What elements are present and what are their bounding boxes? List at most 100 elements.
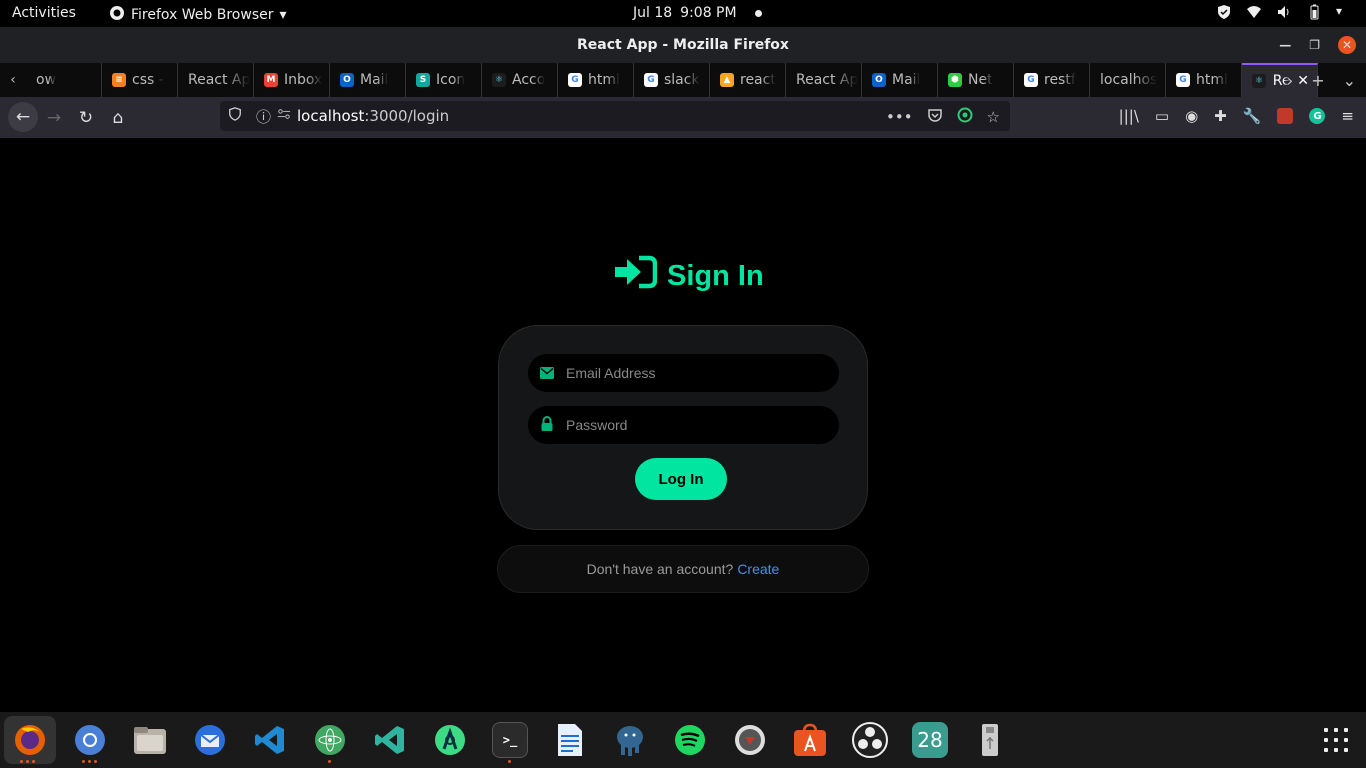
toolbar-right: |||\ ▭ ◉ ✚ 🔧 G ≡ [1119, 107, 1354, 125]
envelope-icon [540, 364, 554, 383]
new-tab-button[interactable]: + [1311, 71, 1324, 90]
dock-spotify[interactable] [672, 722, 708, 758]
dock-files[interactable] [132, 722, 168, 758]
google-icon: G [644, 73, 658, 87]
tab[interactable]: ow [26, 63, 102, 97]
url-bar[interactable]: ⓘ localhost:3000/login ••• ☆ [220, 101, 1010, 131]
dock-disk-utility[interactable] [732, 722, 768, 758]
tab-label: Acco [512, 72, 546, 88]
tab-label: html [1196, 72, 1228, 88]
google-icon: G [1024, 73, 1038, 87]
developer-tools-icon[interactable]: 🔧 [1243, 107, 1262, 125]
page-actions-button[interactable]: ••• [886, 108, 913, 126]
app-menu-label: Firefox Web Browser [131, 7, 274, 23]
dock-usb-drive[interactable] [972, 722, 1008, 758]
forward-button[interactable]: → [42, 106, 66, 130]
tab[interactable]: ⚛ Acco [482, 63, 558, 97]
tab[interactable]: M Inbox [254, 63, 330, 97]
list-all-tabs-button[interactable]: ⌄ [1343, 71, 1356, 90]
back-button[interactable]: ← [8, 102, 38, 132]
dock-obs-studio[interactable] [852, 722, 888, 758]
dock-running-indicator [82, 760, 97, 764]
url-path: :3000/login [364, 107, 450, 125]
dock-running-indicator [328, 760, 331, 764]
tab-label: Net [968, 72, 993, 88]
react-devtools-icon[interactable] [1277, 108, 1294, 124]
grammarly-icon[interactable]: G [1309, 108, 1326, 124]
system-tray[interactable]: ▾ [1216, 4, 1352, 20]
library-icon[interactable]: |||\ [1119, 107, 1139, 125]
account-icon[interactable]: ◉ [1185, 107, 1198, 125]
tab[interactable]: Ghtml [558, 63, 634, 97]
outlook-icon: O [872, 73, 886, 87]
tab[interactable]: O Mail [330, 63, 406, 97]
login-button[interactable]: Log In [635, 458, 727, 500]
app-menu[interactable]: Firefox Web Browser ▾ [109, 5, 287, 25]
tab[interactable]: Ghtml [1166, 63, 1242, 97]
google-icon: G [568, 73, 582, 87]
dock-firefox[interactable] [4, 716, 56, 764]
dock-vscode[interactable] [252, 722, 288, 758]
url-text[interactable]: localhost:3000/login [297, 107, 449, 125]
tab-label: Mail [360, 72, 389, 88]
bookmark-star-icon[interactable]: ☆ [987, 108, 1000, 126]
email-input[interactable] [566, 365, 826, 381]
wifi-icon [1246, 4, 1262, 20]
info-icon[interactable]: ⓘ [256, 106, 271, 127]
reload-button[interactable]: ↻ [74, 106, 98, 130]
extensions-icon[interactable]: ✚ [1214, 107, 1227, 125]
password-field[interactable] [528, 406, 839, 444]
tab[interactable]: ⬢ Net [938, 63, 1014, 97]
tab-label: ow [36, 72, 57, 88]
permissions-icon[interactable] [277, 107, 291, 125]
sidebar-icon[interactable]: ▭ [1155, 107, 1169, 125]
minimize-button[interactable]: — [1279, 38, 1291, 52]
scroll-tabs-right-button[interactable]: › [1287, 71, 1293, 90]
home-button[interactable]: ⌂ [106, 106, 130, 130]
url-bar-actions: ••• ☆ [886, 107, 1000, 127]
password-input[interactable] [566, 417, 826, 433]
page-viewport: Sign In Log In Don't have an account? Cr… [0, 138, 1366, 712]
email-field[interactable] [528, 354, 839, 392]
tab[interactable]: React Ap [786, 63, 862, 97]
activities-button[interactable]: Activities [12, 5, 76, 21]
dock-android-studio[interactable] [432, 722, 468, 758]
tab-label: css - [132, 72, 164, 88]
dock-software-center[interactable] [792, 722, 828, 758]
pocket-icon[interactable] [927, 107, 943, 127]
dock-postgresql[interactable] [612, 722, 648, 758]
dock-chromium[interactable] [72, 722, 108, 758]
dock: >_ 28 [0, 712, 1366, 768]
tab[interactable]: S Icon [406, 63, 482, 97]
hamburger-menu-icon[interactable]: ≡ [1341, 107, 1354, 125]
dock-vscodium[interactable] [372, 722, 408, 758]
battery-icon [1306, 4, 1322, 20]
tab[interactable]: React Ap [178, 63, 254, 97]
tab[interactable]: localhos [1090, 63, 1166, 97]
maximize-button[interactable]: ❐ [1309, 38, 1320, 52]
create-account-link[interactable]: Create [737, 561, 779, 577]
tab-label: html [588, 72, 620, 88]
tracking-protection-icon[interactable] [228, 107, 242, 125]
tab[interactable]: ▲ react [710, 63, 786, 97]
dock-libreoffice-writer[interactable] [552, 722, 588, 758]
tab-label: Inbox [284, 72, 323, 88]
show-applications-button[interactable] [1324, 728, 1348, 752]
sign-in-icon [613, 255, 658, 297]
tab[interactable]: Grestf [1014, 63, 1090, 97]
dock-thunderbird[interactable] [192, 722, 228, 758]
dock-terminal[interactable]: >_ [492, 722, 528, 758]
tab[interactable]: Gslack [634, 63, 710, 97]
firefox-icon [109, 5, 125, 25]
tab[interactable]: O Mail [862, 63, 938, 97]
extension-record-icon[interactable] [957, 107, 973, 127]
scroll-tabs-left-button[interactable]: ‹ [0, 72, 26, 88]
dock-atom[interactable] [312, 722, 348, 758]
close-window-button[interactable]: ✕ [1338, 36, 1356, 54]
window-titlebar[interactable]: React App - Mozilla Firefox — ❐ ✕ [0, 27, 1366, 63]
tab[interactable]: ≡ css - [102, 63, 178, 97]
dock-calendar[interactable]: 28 [912, 722, 948, 758]
tab-strip: ‹ ow ≡ css - React Ap M Inbox O Mail S Icon ⚛ Acco G… [0, 63, 1366, 97]
clock[interactable]: Jul 18 9:08 PM [633, 5, 762, 21]
clock-time: 9:08 PM [680, 5, 737, 21]
